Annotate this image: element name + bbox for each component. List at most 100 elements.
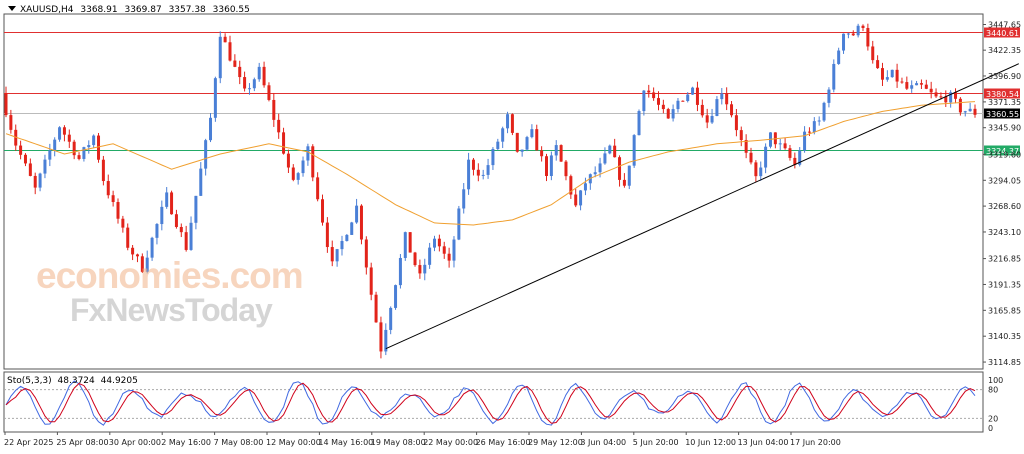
candle-body	[179, 226, 183, 233]
candle-body	[389, 307, 393, 330]
candle-body	[652, 92, 656, 99]
candle-body	[301, 160, 305, 174]
candle-body	[335, 249, 339, 262]
candle-body	[803, 131, 807, 151]
candle-body	[929, 88, 933, 93]
candle-body	[525, 137, 529, 150]
candle-body	[4, 93, 8, 116]
candle-body	[501, 128, 505, 142]
price-tick-label: 3396.90	[988, 72, 1021, 81]
candle-body	[759, 167, 763, 177]
candle-body	[194, 195, 198, 223]
candle-body	[476, 169, 480, 176]
price-tick-label: 3268.60	[988, 202, 1021, 211]
time-tick-label: 12 May 00:00	[266, 438, 321, 447]
candle-body	[345, 234, 349, 241]
candle-body	[842, 33, 846, 51]
candle-body	[705, 115, 709, 123]
candle-body	[905, 82, 909, 89]
candle-body	[954, 92, 958, 99]
candle-body	[598, 163, 602, 173]
horizontal-levels	[4, 32, 983, 151]
candle-body	[19, 145, 23, 155]
candle-body	[238, 66, 242, 78]
candle-body	[700, 104, 704, 116]
candle-body	[62, 127, 66, 135]
candle-body	[442, 246, 446, 254]
candle-body	[199, 168, 203, 196]
candle-body	[666, 109, 670, 119]
candle-body	[272, 99, 276, 120]
candle-body	[257, 66, 261, 80]
candle-body	[856, 25, 860, 36]
candle-body	[408, 232, 412, 253]
candle-body	[618, 157, 622, 180]
candle-body	[846, 33, 850, 35]
oscillator-level-label: 80	[988, 386, 998, 395]
candle-body	[247, 88, 251, 90]
price-axis: 3440.613380.543360.553324.373447.653422.…	[983, 20, 1021, 367]
candle-body	[413, 252, 417, 266]
time-tick-label: 26 May 16:00	[476, 438, 531, 447]
price-tick-label: 3140.35	[988, 332, 1021, 341]
price-tick-label: 3447.65	[988, 20, 1021, 29]
candle-body	[170, 192, 174, 215]
candle-body	[661, 104, 665, 110]
candle-body	[715, 99, 719, 116]
candle-body	[296, 173, 300, 180]
candle-body	[681, 100, 685, 102]
candle-body	[101, 159, 105, 182]
candle-body	[428, 247, 432, 265]
stochastic-label: Sto(5,3,3)	[7, 376, 52, 386]
candle-body	[540, 150, 544, 157]
time-tick-label: 22 May 00:00	[423, 438, 478, 447]
candle-body	[939, 96, 943, 98]
candle-body	[481, 174, 485, 176]
candle-body	[467, 159, 471, 190]
candle-body	[919, 83, 923, 85]
time-tick-label: 25 Apr 08:00	[56, 438, 108, 447]
oscillator-level-label: 0	[988, 424, 993, 433]
candle-body	[564, 161, 568, 177]
candle-body	[379, 322, 383, 352]
candle-body	[671, 109, 675, 119]
candle-body	[520, 149, 524, 152]
candle-body	[574, 194, 578, 206]
price-tick-label: 3422.35	[988, 46, 1021, 55]
candle-body	[880, 68, 884, 80]
candle-body	[725, 93, 729, 105]
candle-body	[350, 222, 354, 235]
candle-body	[496, 141, 500, 149]
time-tick-label: 14 May 16:00	[318, 438, 373, 447]
candle-body	[656, 98, 660, 105]
candle-body	[418, 265, 422, 274]
candle-body	[627, 165, 631, 186]
candle-body	[822, 102, 826, 121]
candle-body	[243, 77, 247, 89]
level-price-label: 3440.61	[986, 29, 1019, 38]
candle-body	[807, 131, 811, 133]
chart-header: XAUUSD,H4 3368.91 3369.87 3357.38 3360.5…	[8, 5, 254, 15]
candle-body	[730, 104, 734, 116]
candle-body	[403, 232, 407, 258]
price-tick-label: 3216.85	[988, 255, 1021, 264]
candle-body	[778, 143, 782, 145]
candle-body	[973, 108, 977, 115]
time-axis: 22 Apr 2025 25 Apr 08:00 30 Apr 00:00 2 May…	[4, 432, 841, 447]
close-value: 3360.55	[212, 5, 250, 15]
candle-body	[321, 199, 325, 223]
candle-body	[958, 98, 962, 113]
candle-body	[87, 145, 91, 148]
oscillator-level-label: 20	[988, 414, 998, 423]
symbol-label: XAUUSD,H4	[20, 5, 74, 15]
moving-average	[5, 101, 976, 226]
time-tick-label: 13 Jun 04:00	[738, 438, 789, 447]
candle-body	[67, 134, 71, 142]
candle-body	[209, 117, 213, 141]
candle-body	[622, 179, 626, 186]
time-tick-label: 7 May 08:00	[214, 438, 264, 447]
candle-body	[647, 90, 651, 93]
candle-body	[544, 156, 548, 177]
dropdown-triangle-icon[interactable]	[8, 6, 16, 11]
price-tick-label: 3371.35	[988, 98, 1021, 107]
